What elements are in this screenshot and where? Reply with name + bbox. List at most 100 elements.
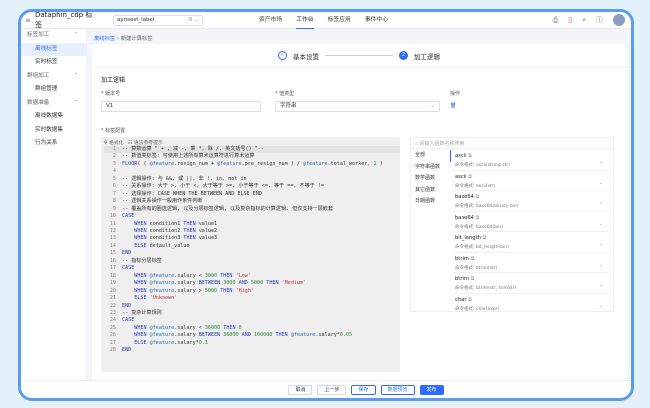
line-number: 24 (104, 317, 116, 324)
code-text: -- 关系操作: 大于 >, 小于 <, 大于等于 >=, 小于等于 <=, 等… (122, 183, 324, 189)
copy-icon[interactable]: ⧉ (483, 235, 487, 241)
breadcrumb-parent[interactable]: 离线标签 (94, 36, 115, 42)
function-signature: char(expr) (476, 307, 500, 312)
nav-asset-market[interactable]: 资产市场 (259, 12, 282, 29)
function-item[interactable]: base64 ⧉命令格式: base64(bin)⌄ (453, 212, 609, 233)
function-signature: base64(bin) (476, 225, 503, 230)
search-icon[interactable]: ⌕ (582, 16, 586, 25)
code-line: 23-- 复杂计算规则 (104, 310, 400, 317)
printer-icon[interactable]: ⎙ (553, 16, 559, 25)
nav-tag-apps[interactable]: 标签应用 (328, 12, 351, 29)
code-line: 8-- 逻辑关系操作一般用作条件判断 (104, 198, 400, 205)
function-item[interactable]: ascii ⧉命令格式: ascii(str)⌄ (453, 171, 609, 192)
copy-icon[interactable]: ⧉ (471, 276, 475, 282)
sidebar-group[interactable]: 群组加工 (21, 70, 86, 84)
signature-prefix: 命令格式: (455, 307, 475, 312)
notification-icon[interactable]: ▯ (568, 16, 572, 24)
function-search[interactable]: ⌕ 请输入函数名称搜索 (411, 138, 613, 149)
function-item[interactable]: char ⧉命令格式: char(expr)⌄ (453, 294, 609, 313)
sidebar-item[interactable]: 行为关系 (21, 137, 86, 151)
function-item[interactable]: btrim ⧉命令格式: btrim(str, trimStr)⌄ (453, 273, 609, 294)
sidebar-item[interactable]: 群组管理 (21, 83, 86, 97)
data-preview-button[interactable]: 数据预览 (381, 385, 415, 395)
code-line: 24CASE (104, 317, 400, 324)
code-content[interactable]: 1-- 算数运算 " + , 减 -, 乘 *, 除 /, 英文括号() "--… (101, 146, 400, 355)
steps: ✓ 基本设置 2 加工逻辑 (92, 44, 626, 68)
code-text: WHEN @feature.salary BETWEEN 3000 AND 50… (122, 280, 306, 286)
nav-workbench[interactable]: 工作台 (296, 12, 313, 29)
code-line: 13 WHEN condition3 THEN value3 (104, 235, 400, 242)
tag-config-label: * 标签配置 (101, 127, 125, 134)
sidebar-item[interactable]: 实时数据集 (21, 124, 86, 138)
line-number: 1 (104, 146, 116, 153)
sidebar-item[interactable]: 离线标签 (21, 43, 86, 57)
copy-icon[interactable]: ⧉ (468, 174, 472, 180)
chevron-down-icon[interactable]: ⌄ (599, 303, 603, 309)
signature-prefix: 命令格式: (455, 225, 475, 230)
copy-icon[interactable]: ⧉ (468, 297, 472, 303)
function-category[interactable]: 其它函数 (411, 185, 451, 197)
sidebar-group[interactable]: 数据准备 (21, 97, 86, 111)
chevron-down-icon[interactable]: ⌄ (599, 159, 603, 165)
save-button[interactable]: 保存 (351, 385, 375, 395)
code-line: 19 WHEN @feature.salary BETWEEN 3000 AND… (104, 280, 400, 287)
menu-icon[interactable]: ≡ (21, 17, 35, 24)
chevron-down-icon[interactable]: ⌄ (599, 221, 603, 227)
previous-step-button[interactable]: 上一步 (317, 385, 346, 395)
step-processing-logic[interactable]: 加工逻辑 (414, 51, 440, 61)
function-signature: ascii(str) (476, 184, 496, 189)
chevron-down-icon[interactable]: ⌄ (599, 262, 603, 268)
copy-icon[interactable]: ⧉ (476, 194, 480, 200)
sidebar-group[interactable]: 标签加工 (21, 29, 86, 43)
function-item[interactable]: base64 ⧉命令格式: base64(binary bin)⌄ (453, 191, 609, 212)
line-number: 28 (104, 347, 116, 354)
line-number: 22 (104, 303, 116, 310)
chevron-down-icon[interactable]: ⌄ (599, 200, 603, 206)
code-editor[interactable]: ⚲ 格式化 ☷ 语法参考提示 1-- 算数运算 " + , 减 -, 乘 *, … (101, 137, 400, 372)
copy-icon[interactable]: ⧉ (476, 215, 480, 221)
top-bar: ≡ Dataphin_cdp 标签 aynsest_label⚙ ⌄ 资产市场 … (21, 12, 631, 29)
copy-icon[interactable]: ⧉ (468, 153, 472, 159)
publish-button[interactable]: 发布 (420, 385, 444, 395)
delete-icon[interactable]: 🗑 (450, 103, 456, 109)
value-type-select[interactable]: 字符串 ⌄ (275, 101, 440, 112)
cancel-button[interactable]: 取消 (288, 385, 312, 395)
breadcrumb-current: 新建计算标签 (121, 36, 153, 42)
step-basic-settings[interactable]: 基本设置 (293, 51, 319, 61)
chevron-down-icon[interactable]: ⌄ (599, 180, 603, 186)
sidebar-item[interactable]: 实时标签 (21, 56, 86, 70)
copy-icon[interactable]: ⧉ (471, 256, 475, 262)
function-name: base64 (455, 194, 474, 200)
help-icon[interactable]: ⓘ (596, 15, 603, 25)
code-text: WHEN @feature.salary BETWEEN 36000 AND 1… (122, 332, 352, 338)
function-item[interactable]: bit_length ⧉命令格式: bit_length(bin)⌄ (453, 232, 609, 253)
brand: Dataphin_cdp 标签 (35, 10, 95, 30)
signature-prefix: 命令格式: (455, 184, 475, 189)
function-name: btrim (455, 256, 469, 262)
function-item[interactable]: btrim ⧉命令格式: btrim(str)⌄ (453, 253, 609, 274)
version-label: * 版本号 (101, 90, 120, 97)
function-category[interactable]: 数学函数 (411, 173, 451, 185)
code-text: WHEN condition2 THEN value2 (122, 228, 217, 234)
nav-event-center[interactable]: 事件中心 (365, 12, 388, 29)
code-text: WHEN @feature.salary < 3000 THEN 'Low' (122, 273, 251, 279)
line-number: 3 (104, 161, 116, 168)
workspace-select[interactable]: aynsest_label⚙ ⌄ (113, 15, 203, 26)
version-input[interactable]: V1 (101, 101, 261, 112)
function-item[interactable]: ascii ⧉命令格式: ascii(string str)⌄ (453, 150, 609, 171)
chevron-down-icon: ⌄ (430, 102, 435, 111)
app-window: ≡ Dataphin_cdp 标签 aynsest_label⚙ ⌄ 资产市场 … (18, 9, 634, 401)
chevron-down-icon[interactable]: ⌄ (599, 282, 603, 288)
line-number: 19 (104, 280, 116, 287)
chevron-down-icon[interactable]: ⌄ (599, 241, 603, 247)
function-list: ascii ⧉命令格式: ascii(string str)⌄ascii ⧉命令… (453, 150, 609, 312)
function-category[interactable]: 日期函数 (411, 196, 451, 208)
function-category[interactable]: 字符串函数 (411, 162, 451, 174)
code-text: CASE (122, 213, 134, 219)
value-type-value: 字符串 (280, 103, 297, 109)
step-connector (325, 55, 393, 56)
sidebar-item[interactable]: 离线数据集 (21, 110, 86, 124)
avatar[interactable] (613, 14, 625, 26)
search-icon: ⌕ (415, 141, 418, 147)
function-category[interactable]: 全部 (411, 150, 451, 162)
